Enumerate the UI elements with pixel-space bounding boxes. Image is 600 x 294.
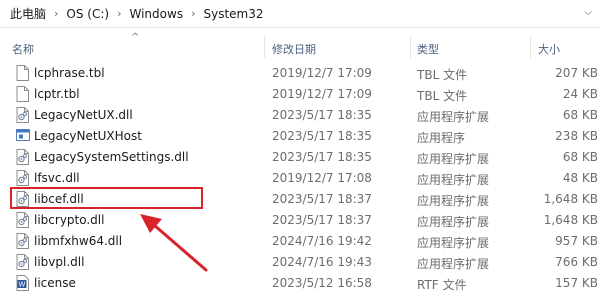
- red-arrow-annotation: [140, 214, 208, 272]
